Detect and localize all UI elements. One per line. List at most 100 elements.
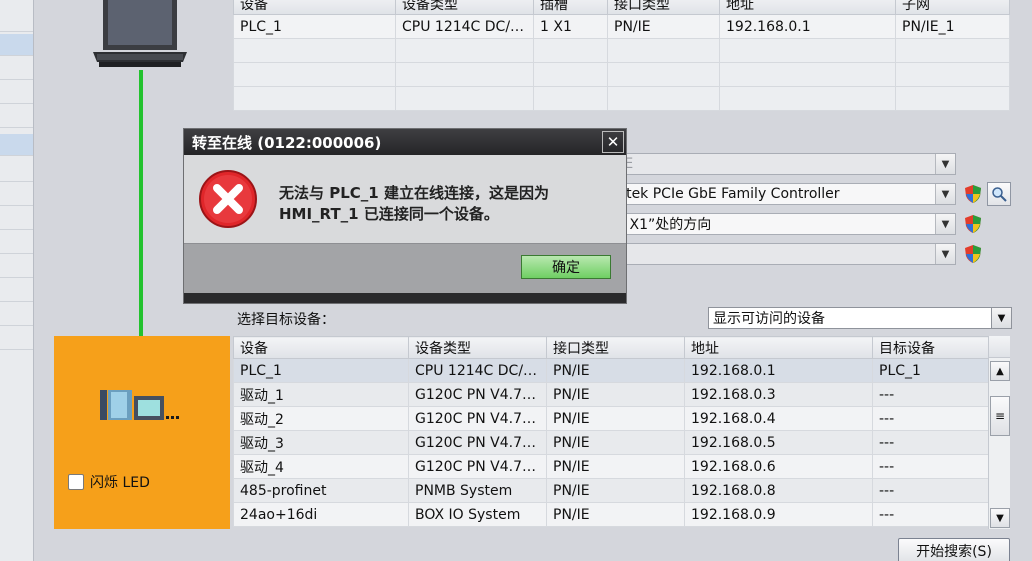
- flash-led-checkbox[interactable]: [68, 474, 84, 490]
- cell: 驱动_4: [233, 454, 409, 479]
- chevron-down-icon[interactable]: ▼: [935, 154, 955, 174]
- scroll-thumb[interactable]: ≡: [990, 396, 1010, 436]
- table-row-selected[interactable]: PLC_1 CPU 1214C DC/D... PN/IE 192.168.0.…: [233, 358, 989, 383]
- shield-icon: [965, 185, 981, 203]
- col-header-slot[interactable]: 插槽: [533, 0, 608, 15]
- cell: PN/IE: [546, 502, 685, 527]
- col-header-address[interactable]: 地址: [719, 0, 896, 15]
- chevron-down-icon[interactable]: ▼: [935, 244, 955, 264]
- cell: G120C PN V4.7.13: [408, 454, 547, 479]
- cell: 驱动_3: [233, 430, 409, 455]
- select-target-label: 选择目标设备：: [237, 312, 335, 328]
- table-row[interactable]: 驱动_2 G120C PN V4.7.10 PN/IE 192.168.0.4 …: [233, 406, 989, 431]
- first-gateway-select[interactable]: ▼: [600, 243, 956, 265]
- table-row[interactable]: 驱动_1 G120C PN V4.7.10 PN/IE 192.168.0.3 …: [233, 382, 989, 407]
- shield-icon: [965, 215, 981, 233]
- cell: PN/IE: [546, 382, 685, 407]
- table-row[interactable]: 驱动_3 G120C PN V4.7.13 PN/IE 192.168.0.5 …: [233, 430, 989, 455]
- cell: 192.168.0.1: [719, 14, 896, 39]
- connection-target-select[interactable]: i“1 X1”处的方向 ▼: [600, 213, 956, 235]
- flash-led-checkbox-row[interactable]: 闪烁 LED: [68, 472, 150, 492]
- cell: PN/IE: [546, 430, 685, 455]
- left-strip-row[interactable]: [0, 256, 33, 278]
- cell: PN/IE: [546, 406, 685, 431]
- left-strip-row[interactable]: [0, 280, 33, 302]
- ok-button[interactable]: 确定: [521, 255, 611, 279]
- cell: G120C PN V4.7.13: [408, 430, 547, 455]
- left-strip-row-selected[interactable]: [0, 134, 33, 156]
- chevron-down-icon[interactable]: ▼: [935, 214, 955, 234]
- laptop-icon: [93, 0, 187, 67]
- left-strip-row-selected[interactable]: [0, 34, 33, 56]
- left-strip-row[interactable]: [0, 106, 33, 128]
- cell: 驱动_2: [233, 406, 409, 431]
- show-devices-filter[interactable]: 显示可访问的设备 ▼: [708, 307, 1012, 329]
- cell: PLC_1: [872, 358, 989, 383]
- left-strip-row[interactable]: [0, 328, 33, 350]
- dialog-title: 转至在线 (0122:000006): [184, 129, 626, 155]
- target-device-panel: [54, 336, 230, 529]
- table-row[interactable]: PLC_1 CPU 1214C DC/D... 1 X1 PN/IE 192.1…: [233, 14, 1010, 39]
- cell: G120C PN V4.7.10: [408, 406, 547, 431]
- cell: ---: [872, 478, 989, 503]
- table-row-empty: [233, 86, 1010, 111]
- cell: PN/IE: [546, 454, 685, 479]
- device-table-scrollbar[interactable]: ▲ ≡ ▼: [988, 336, 1010, 529]
- col-header-device-type[interactable]: 设备类型: [395, 0, 534, 15]
- col-header-device-type[interactable]: 设备类型: [408, 336, 547, 359]
- top-device-table: 设备 设备类型 插槽 接口类型 地址 子网 PLC_1 CPU 1214C DC…: [233, 0, 1010, 111]
- dialog-message-line2: HMI_RT_1 已连接同一个设备。: [279, 205, 499, 223]
- left-strip-row[interactable]: [0, 10, 33, 32]
- cell: ---: [872, 454, 989, 479]
- left-strip-row[interactable]: [0, 160, 33, 182]
- col-header-interface-type[interactable]: 接口类型: [546, 336, 685, 359]
- col-header-interface-type[interactable]: 接口类型: [607, 0, 720, 15]
- connection-line: [139, 70, 143, 368]
- cell: G120C PN V4.7.10: [408, 382, 547, 407]
- col-header-target-device[interactable]: 目标设备: [872, 336, 989, 359]
- dialog-body: 无法与 PLC_1 建立在线连接，这是因为 HMI_RT_1 已连接同一个设备。: [184, 155, 626, 243]
- cell: 485-profinet: [233, 478, 409, 503]
- scroll-down-icon[interactable]: ▼: [990, 508, 1010, 528]
- pgpc-interface-select[interactable]: ealtek PCIe GbE Family Controller ▼: [600, 183, 956, 205]
- scroll-up-icon[interactable]: ▲: [990, 361, 1010, 381]
- cell: PN/IE: [607, 14, 720, 39]
- left-strip-row[interactable]: [0, 82, 33, 104]
- cell: ---: [872, 502, 989, 527]
- chevron-down-icon[interactable]: ▼: [935, 184, 955, 204]
- col-header-address[interactable]: 地址: [684, 336, 873, 359]
- col-header-device[interactable]: 设备: [233, 336, 409, 359]
- cell: 192.168.0.5: [684, 430, 873, 455]
- close-icon[interactable]: ✕: [602, 131, 624, 153]
- table-row[interactable]: 485-profinet PNMB System PN/IE 192.168.0…: [233, 478, 989, 503]
- start-search-button[interactable]: 开始搜索(S): [898, 538, 1010, 561]
- search-icon: [992, 187, 1007, 202]
- cell: 192.168.0.6: [684, 454, 873, 479]
- table-row[interactable]: 驱动_4 G120C PN V4.7.13 PN/IE 192.168.0.6 …: [233, 454, 989, 479]
- search-button[interactable]: [987, 182, 1011, 206]
- dialog-message: 无法与 PLC_1 建立在线连接，这是因为 HMI_RT_1 已连接同一个设备。: [279, 183, 549, 225]
- col-header-device[interactable]: 设备: [233, 0, 396, 15]
- cell: PLC_1: [233, 358, 409, 383]
- left-strip-row[interactable]: [0, 184, 33, 206]
- cell: 1 X1: [533, 14, 608, 39]
- shield-icon: [965, 245, 981, 263]
- cell: 192.168.0.1: [684, 358, 873, 383]
- cell: 192.168.0.4: [684, 406, 873, 431]
- left-strip-row[interactable]: [0, 208, 33, 230]
- flash-led-label: 闪烁 LED: [90, 475, 150, 491]
- cell: PN/IE: [546, 478, 685, 503]
- table-row[interactable]: 24ao+16di BOX IO System PN/IE 192.168.0.…: [233, 502, 989, 527]
- left-panel-strip: [0, 0, 34, 561]
- chevron-down-icon[interactable]: ▼: [991, 308, 1011, 328]
- cell: 192.168.0.3: [684, 382, 873, 407]
- left-strip-row[interactable]: [0, 58, 33, 80]
- cell: BOX IO System: [408, 502, 547, 527]
- pgpc-interface-type-select[interactable]: N/IE ▼: [600, 153, 956, 175]
- left-strip-row[interactable]: [0, 232, 33, 254]
- pgpc-interface-value: ealtek PCIe GbE Family Controller: [605, 186, 840, 202]
- cell: PN/IE: [546, 358, 685, 383]
- col-header-subnet[interactable]: 子网: [895, 0, 1010, 15]
- left-strip-row[interactable]: [0, 304, 33, 326]
- dialog-footer: 确定: [184, 243, 626, 293]
